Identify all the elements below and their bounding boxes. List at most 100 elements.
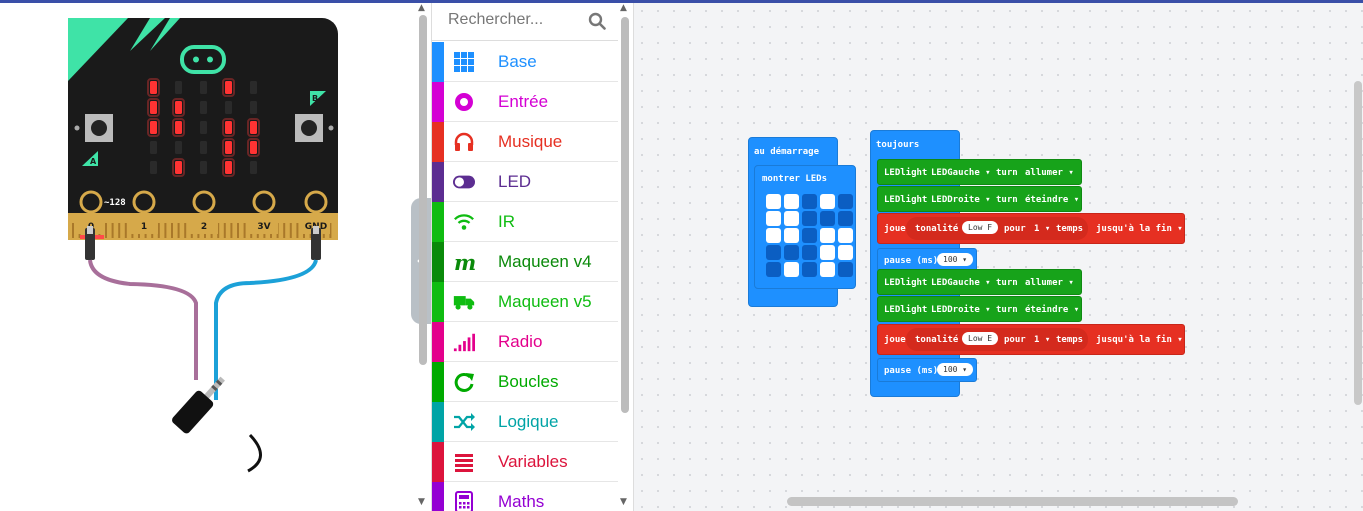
on-start-block[interactable]: au démarrage montrer LEDs <box>748 137 856 307</box>
play-tone-block[interactable]: jouer tonalité Low Epour 1 ▾ temps jusqu'à la… <box>877 324 1185 355</box>
led-cell-0-0[interactable] <box>766 194 781 209</box>
led-1-4 <box>250 101 257 114</box>
led-cell-4-3[interactable] <box>820 262 835 277</box>
led-1-2 <box>200 101 207 114</box>
led-cell-0-2[interactable] <box>802 194 817 209</box>
workspace-horizontal-scrollbar[interactable] <box>787 497 1238 506</box>
show-leds-block[interactable]: montrer LEDs <box>754 165 856 289</box>
led-cell-3-2[interactable] <box>802 245 817 260</box>
tone-expression[interactable]: tonalité Low E pour 1 ▾ temps <box>906 328 1088 351</box>
scroll-up-arrow-icon[interactable]: ▲ <box>620 3 627 13</box>
pause-value-dropdown[interactable]: 100 ▾ <box>937 363 974 376</box>
led-cell-3-4[interactable] <box>838 245 853 260</box>
note-input[interactable]: Low F <box>962 221 999 234</box>
workspace-vertical-scrollbar[interactable] <box>1354 81 1362 405</box>
category-ir[interactable]: IR <box>432 201 618 242</box>
grid-icon <box>453 51 475 73</box>
led-cell-4-4[interactable] <box>838 262 853 277</box>
beats-unit: temps <box>1056 335 1084 345</box>
for-keyword: pour <box>1004 224 1026 234</box>
scroll-down-arrow-icon[interactable]: ▼ <box>418 497 425 507</box>
pin-label: 2 <box>201 222 207 232</box>
led-dropdown[interactable]: LEDDroite ▾ <box>931 305 991 315</box>
microbit-simulator[interactable]: A B 0123VGND ~128 <box>0 3 410 511</box>
category-color-bar <box>432 121 444 162</box>
blocks-workspace[interactable]: au démarrage montrer LEDs toujours LEDli… <box>633 3 1363 511</box>
pause-value-dropdown[interactable]: 100 ▾ <box>937 253 974 266</box>
led-light-block[interactable]: LEDlight LEDDroite ▾ turn éteindre ▾ <box>877 296 1082 322</box>
category-label: Base <box>498 51 537 71</box>
play-mode-dropdown[interactable]: jusqu'à la fin ▾ <box>1096 224 1183 234</box>
led-3-4 <box>250 141 257 154</box>
category-radio[interactable]: Radio <box>432 321 618 362</box>
play-tone-block[interactable]: jouer tonalité Low Fpour 1 ▾ temps jusqu'à la… <box>877 213 1185 244</box>
category-led[interactable]: LED <box>432 161 618 202</box>
led-grid-editor[interactable] <box>766 194 858 280</box>
led-cell-1-4[interactable] <box>838 211 853 226</box>
led-cell-0-4[interactable] <box>838 194 853 209</box>
led-dropdown[interactable]: LEDGauche ▾ <box>931 168 991 178</box>
turn-keyword: turn <box>996 278 1018 288</box>
led-light-block[interactable]: LEDlight LEDGauche ▾ turn allumer ▾ <box>877 159 1082 185</box>
scroll-thumb[interactable] <box>419 15 427 365</box>
led-cell-1-0[interactable] <box>766 211 781 226</box>
led-cell-2-4[interactable] <box>838 228 853 243</box>
category-variables[interactable]: Variables <box>432 441 618 482</box>
category-logique[interactable]: Logique <box>432 401 618 442</box>
led-dropdown[interactable]: LEDDroite ▾ <box>931 195 991 205</box>
tone-expression[interactable]: tonalité Low F pour 1 ▾ temps <box>906 217 1088 240</box>
category-color-bar <box>432 81 444 122</box>
turn-keyword: turn <box>996 305 1018 315</box>
led-cell-2-0[interactable] <box>766 228 781 243</box>
note-input[interactable]: Low E <box>962 332 999 345</box>
led-light-block[interactable]: LEDlight LEDGauche ▾ turn allumer ▾ <box>877 269 1082 295</box>
category-boucles[interactable]: Boucles <box>432 361 618 402</box>
led-3-3 <box>225 141 232 154</box>
led-cell-4-0[interactable] <box>766 262 781 277</box>
analog-readout: ~128 <box>104 198 126 208</box>
led-cell-2-3[interactable] <box>820 228 835 243</box>
forever-block[interactable]: toujours LEDlight LEDGauche ▾ turn allumer … <box>870 130 1185 397</box>
category-maqueen-v5[interactable]: Maqueen v5 <box>432 281 618 322</box>
beats-dropdown[interactable]: 1 ▾ <box>1034 224 1050 234</box>
scroll-down-arrow-icon[interactable]: ▼ <box>620 497 627 507</box>
toolbox-scrollbar[interactable]: ▲ ▼ <box>618 3 632 511</box>
play-mode-dropdown[interactable]: jusqu'à la fin ▾ <box>1096 335 1183 345</box>
search-icon[interactable] <box>588 12 606 30</box>
svg-text:m: m <box>454 251 475 273</box>
led-light-block[interactable]: LEDlight LEDDroite ▾ turn éteindre ▾ <box>877 186 1082 212</box>
led-cell-1-3[interactable] <box>820 211 835 226</box>
led-cell-4-1[interactable] <box>784 262 799 277</box>
led-cell-0-1[interactable] <box>784 194 799 209</box>
led-cell-1-1[interactable] <box>784 211 799 226</box>
simulator-scrollbar[interactable]: ▲ ▼ <box>416 3 430 511</box>
state-dropdown[interactable]: allumer ▾ <box>1025 278 1074 288</box>
pause-block[interactable]: pause (ms) 100 ▾ <box>877 358 977 382</box>
category-base[interactable]: Base <box>432 41 618 82</box>
state-dropdown[interactable]: éteindre ▾ <box>1025 195 1079 205</box>
search-box[interactable]: Rechercher... <box>432 3 618 41</box>
beats-dropdown[interactable]: 1 ▾ <box>1034 335 1050 345</box>
category-maths[interactable]: Maths <box>432 481 618 511</box>
state-dropdown[interactable]: allumer ▾ <box>1025 168 1074 178</box>
search-input[interactable]: Rechercher... <box>448 11 543 29</box>
category-entr-e[interactable]: Entrée <box>432 81 618 122</box>
on-start-label: au démarrage <box>754 147 820 157</box>
led-cell-3-1[interactable] <box>784 245 799 260</box>
state-dropdown[interactable]: éteindre ▾ <box>1025 305 1079 315</box>
led-2-3 <box>225 121 232 134</box>
led-cell-0-3[interactable] <box>820 194 835 209</box>
category-maqueen-v4[interactable]: m Maqueen v4 <box>432 241 618 282</box>
category-musique[interactable]: Musique <box>432 121 618 162</box>
scroll-up-arrow-icon[interactable]: ▲ <box>418 3 425 13</box>
scroll-thumb[interactable] <box>621 17 629 413</box>
wifi-icon <box>453 211 475 233</box>
turn-keyword: turn <box>996 168 1018 178</box>
led-cell-2-2[interactable] <box>802 228 817 243</box>
led-cell-2-1[interactable] <box>784 228 799 243</box>
led-cell-3-3[interactable] <box>820 245 835 260</box>
led-cell-4-2[interactable] <box>802 262 817 277</box>
led-cell-1-2[interactable] <box>802 211 817 226</box>
led-cell-3-0[interactable] <box>766 245 781 260</box>
led-dropdown[interactable]: LEDGauche ▾ <box>931 278 991 288</box>
